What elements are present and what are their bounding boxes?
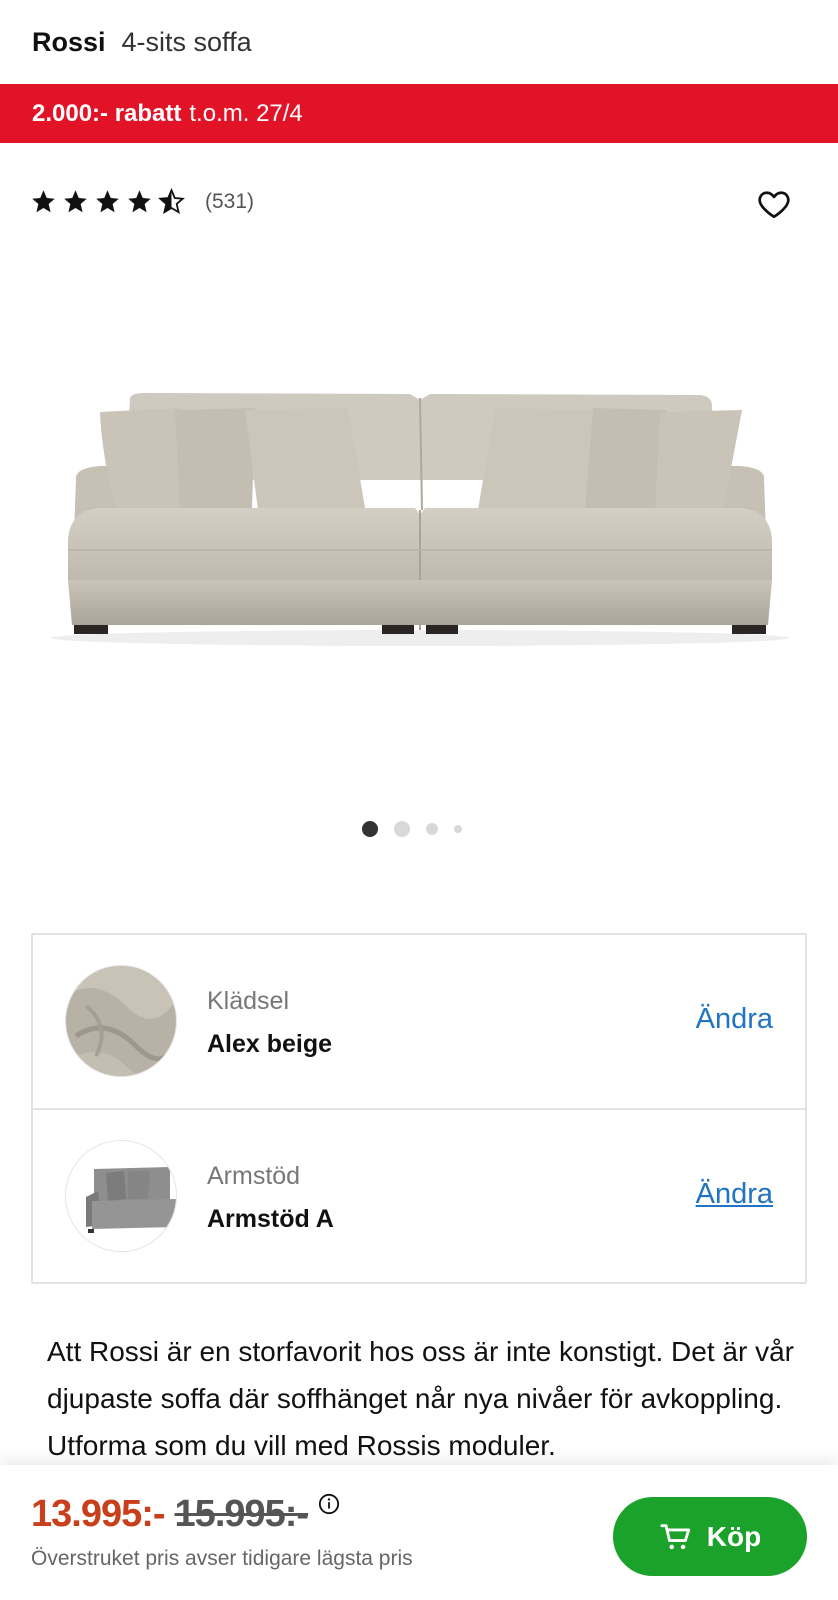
fabric-swatch: [65, 965, 177, 1077]
carousel-dot-active[interactable]: [362, 821, 378, 837]
change-armrest-link[interactable]: Ändra: [696, 1178, 773, 1211]
star-icon: [64, 190, 87, 213]
option-upholstery[interactable]: Klädsel Alex beige Ändra: [33, 935, 805, 1108]
current-price: 13.995:-: [31, 1493, 166, 1535]
option-value: Alex beige: [207, 1030, 333, 1058]
info-icon[interactable]: [318, 1493, 340, 1515]
heart-icon[interactable]: [756, 186, 792, 222]
half-star-icon: [158, 188, 185, 215]
cart-icon: [660, 1523, 690, 1549]
star-icon: [128, 190, 151, 213]
option-value: Armstöd A: [207, 1205, 334, 1233]
product-image[interactable]: [40, 380, 800, 660]
option-text: Klädsel Alex beige: [207, 987, 332, 1059]
product-description: Att Rossi är en storfavorit hos oss är i…: [47, 1336, 794, 1461]
buy-button[interactable]: Köp: [613, 1497, 807, 1576]
star-rating: [30, 188, 185, 215]
option-armrest[interactable]: Armstöd Armstöd A Ändra: [33, 1110, 805, 1283]
product-header: Rossi 4-sits soffa: [0, 0, 838, 84]
old-price: 15.995:-: [174, 1493, 310, 1535]
buy-button-label: Köp: [706, 1520, 762, 1552]
review-count: (531): [205, 189, 255, 213]
option-label: Klädsel: [207, 987, 289, 1015]
star-icon: [32, 190, 55, 213]
promo-banner: 2.000:- rabatt t.o.m. 27/4: [0, 84, 838, 143]
price-note: Överstruket pris avser tidigare lägsta p…: [31, 1547, 413, 1570]
purchase-bar: 13.995:- 15.995:- Överstruket pris avser…: [0, 1465, 838, 1600]
product-brand: Rossi: [32, 26, 106, 57]
change-upholstery-link[interactable]: Ändra: [696, 1003, 773, 1036]
promo-highlight: 2.000:- rabatt: [32, 99, 182, 127]
carousel-dot[interactable]: [426, 823, 438, 835]
carousel-dot[interactable]: [394, 821, 410, 837]
price-row: 13.995:- 15.995:-: [31, 1493, 340, 1536]
option-label: Armstöd: [207, 1162, 301, 1190]
armrest-preview: [65, 1140, 177, 1252]
carousel-indicator[interactable]: [362, 821, 462, 837]
promo-validity: t.o.m. 27/4: [189, 99, 303, 127]
star-icon: [96, 190, 119, 213]
rating-row[interactable]: (531): [30, 188, 254, 215]
option-text: Armstöd Armstöd A: [207, 1162, 334, 1234]
product-subtitle: 4-sits soffa: [121, 26, 252, 57]
product-options: Klädsel Alex beige Ändra Armstöd Armstöd…: [31, 933, 807, 1284]
carousel-dot[interactable]: [454, 825, 462, 833]
